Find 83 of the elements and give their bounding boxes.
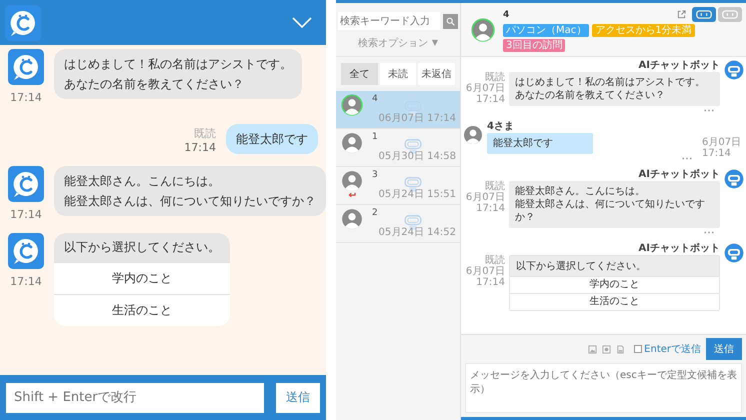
chevron-down-icon[interactable]: [292, 16, 312, 28]
conversation-item[interactable]: 4 06月07日 17:14: [336, 91, 460, 129]
more-icon[interactable]: [704, 109, 714, 112]
send-button[interactable]: 送信: [276, 382, 320, 412]
message-text: か？: [515, 211, 536, 224]
conversation-name: 1: [372, 132, 378, 142]
conversation-item[interactable]: 1 05月30日 14:58: [336, 129, 460, 167]
enter-to-send-label[interactable]: Enterで送信: [644, 342, 701, 356]
attachment-icon[interactable]: [602, 344, 612, 354]
message-time: 17:14: [10, 275, 42, 288]
read-status: 既読: [485, 181, 505, 192]
visitor-tag: パソコン（Mac）: [503, 24, 590, 37]
chat-logo-icon: [5, 4, 41, 40]
search-button[interactable]: [443, 14, 458, 28]
choice-button[interactable]: 生活のこと: [510, 293, 719, 310]
robot-icon: [724, 60, 744, 80]
message-date: 6月07日: [466, 83, 505, 94]
send-button[interactable]: 送信: [706, 338, 742, 360]
message-text: 以下から選択してください。: [510, 256, 719, 276]
search-field[interactable]: 検索キーワード入力: [338, 12, 440, 30]
message-input[interactable]: Shift + Enterで改行: [6, 382, 264, 412]
conversation-time: 05月24日 15:51: [378, 188, 456, 201]
more-icon[interactable]: [704, 231, 714, 234]
message-text: 能登太郎さんは、何について知りたいですか？: [64, 193, 316, 210]
choice-button[interactable]: 生活のこと: [54, 294, 230, 326]
message-text: はじめまして！私の名前はアシストです。: [64, 56, 292, 73]
filter-tab[interactable]: 未読: [380, 63, 416, 85]
bot-avatar-icon: [8, 49, 44, 85]
message-time: 17:14: [702, 148, 731, 159]
message-time: 17:14: [476, 277, 505, 288]
external-link-icon[interactable]: [677, 10, 686, 19]
read-status: 既読: [194, 126, 216, 141]
conversation-name: 2: [372, 208, 378, 218]
sender-name: AIチャットボット: [638, 60, 720, 72]
search-icon[interactable]: [446, 16, 455, 26]
conversation-name: 3: [372, 170, 378, 180]
message-text: はじめまして！私の名前はアシストです。: [515, 76, 706, 89]
filter-tab[interactable]: 全て: [341, 63, 378, 85]
robot-icon: [724, 243, 744, 263]
sender-name: AIチャットボット: [638, 169, 720, 181]
message-text: 能登太郎さんは、何について知りたいです: [515, 198, 706, 211]
checkbox[interactable]: [634, 345, 642, 353]
message-time: 17:14: [10, 208, 42, 221]
robot-icon: [724, 169, 744, 189]
conversation-time: 06月07日 17:14: [378, 112, 456, 125]
message-text: あなたの名前を教えてください？: [64, 76, 245, 93]
message-date: 6月07日: [466, 266, 505, 277]
message-text: 能登太郎さん。こんにちは。: [515, 185, 646, 198]
message-time: 17:14: [476, 94, 505, 105]
conversation-time: 05月30日 14:58: [378, 150, 456, 163]
message-text: あなたの名前を教えてください？: [515, 89, 666, 102]
message-text: 能登太郎さん。こんにちは。: [64, 173, 221, 190]
message-time: 17:14: [10, 91, 42, 104]
message-text: 能登太郎です: [236, 131, 308, 148]
robot-icon[interactable]: [695, 9, 713, 20]
sender-name: 4さま: [487, 121, 514, 133]
visitor-name: 4: [503, 10, 510, 20]
filter-tab[interactable]: 未返信: [418, 63, 456, 85]
message-date: 6月07日: [702, 137, 742, 148]
bot-avatar-icon: [8, 233, 44, 269]
read-status: 既読: [485, 72, 505, 83]
message-date: 6月07日: [466, 192, 505, 203]
mode-toggle-button[interactable]: [718, 7, 742, 22]
message-time: 17:14: [476, 203, 505, 214]
message-time: 17:14: [184, 141, 216, 154]
user-avatar-icon: [463, 125, 483, 145]
sender-name: AIチャットボット: [638, 243, 720, 255]
bot-avatar-icon: [8, 166, 44, 202]
conversation-item[interactable]: 3 05月24日 15:51: [336, 167, 460, 205]
message-text: 以下から選択してください。: [54, 233, 230, 262]
visitor-tag: 3回目の訪問: [503, 39, 566, 52]
message-text: 能登太郎です: [493, 137, 553, 150]
visitor-tag: アクセスから1分未満: [592, 24, 695, 37]
mode-toggle-button[interactable]: [692, 7, 716, 22]
conversation-name: 4: [372, 94, 378, 104]
message-input[interactable]: メッセージを入力してください（escキーで定型文候補を表示）: [465, 363, 742, 413]
more-icon[interactable]: [682, 157, 692, 160]
document-icon[interactable]: [616, 344, 626, 354]
image-icon[interactable]: [588, 344, 598, 354]
robot-icon[interactable]: [721, 9, 739, 20]
conversation-item[interactable]: 2 05月24日 14:52: [336, 205, 460, 243]
conversation-time: 05月24日 14:52: [378, 226, 456, 239]
read-status: 既読: [485, 255, 505, 266]
